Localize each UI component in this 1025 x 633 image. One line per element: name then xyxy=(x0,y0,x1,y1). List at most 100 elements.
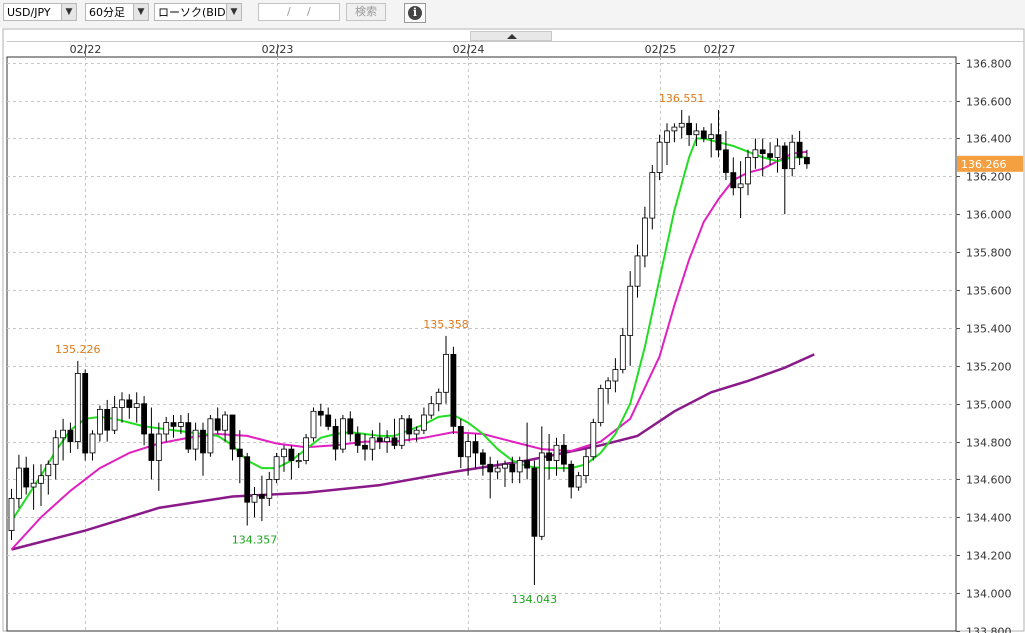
high-annotation: 135.358 xyxy=(423,318,469,331)
candle-body xyxy=(708,134,715,139)
candle-body xyxy=(568,463,575,488)
candle-body xyxy=(207,418,214,454)
candle-body xyxy=(590,422,597,458)
candle-body xyxy=(185,422,192,450)
candle-body xyxy=(737,183,744,189)
candle xyxy=(590,418,597,461)
candle-body xyxy=(413,429,420,435)
candle xyxy=(450,346,457,434)
candle-body xyxy=(288,448,295,461)
candle-body xyxy=(406,418,413,435)
candle-body xyxy=(678,122,685,128)
candle-body xyxy=(781,145,788,170)
price-chart[interactable]: 133.800 134.000 134.200 134.400 134.600 134.8… xyxy=(0,0,1025,633)
candle-body xyxy=(516,460,523,473)
current-price-marker: 136.266 xyxy=(957,155,1023,172)
candle-body xyxy=(23,467,30,488)
candle-body xyxy=(538,452,545,537)
candle-body xyxy=(583,456,589,477)
candle-body xyxy=(141,403,148,435)
candle-body xyxy=(789,141,796,170)
candle-body xyxy=(133,403,140,408)
candle-body xyxy=(420,414,427,431)
candle-body xyxy=(774,145,781,158)
y-tick-label: 136.000 xyxy=(966,209,1012,222)
candle xyxy=(207,415,214,457)
y-tick-label: 134.200 xyxy=(966,550,1012,563)
candle-body xyxy=(509,463,516,473)
candle-body xyxy=(67,429,74,443)
candle-body xyxy=(494,467,501,473)
candle-body xyxy=(656,141,663,173)
candle xyxy=(82,369,89,461)
candle-body xyxy=(435,391,442,405)
candle-body xyxy=(229,414,236,450)
candle-body xyxy=(15,467,22,499)
candle-body xyxy=(391,437,398,446)
candle-body xyxy=(214,418,221,431)
candle-body xyxy=(339,418,346,450)
candle-body xyxy=(450,353,457,427)
candle-body xyxy=(759,149,766,155)
x-tick-label: 02/23 xyxy=(262,43,294,56)
candle xyxy=(597,384,604,427)
y-tick-label: 134.000 xyxy=(966,588,1012,601)
y-tick-label: 136.800 xyxy=(966,58,1012,71)
candle-body xyxy=(553,444,560,461)
candle xyxy=(303,434,310,465)
candle-body xyxy=(111,407,118,431)
candle-body xyxy=(465,441,472,458)
candle-body xyxy=(597,388,604,423)
y-tick-label: 136.600 xyxy=(966,96,1012,109)
candle-body xyxy=(723,149,729,173)
y-tick-label: 135.600 xyxy=(966,285,1012,298)
candle-body xyxy=(258,494,265,499)
candle xyxy=(273,452,280,484)
candle-body xyxy=(686,122,692,136)
candle-body xyxy=(155,433,162,461)
candle-body xyxy=(354,433,361,446)
candle-body xyxy=(472,441,479,454)
y-tick-label: 134.600 xyxy=(966,474,1012,487)
candle-body xyxy=(251,494,258,503)
candle-body xyxy=(347,418,354,435)
candle-body xyxy=(531,467,538,537)
candle-body xyxy=(52,437,59,465)
candle-body xyxy=(487,463,494,473)
candle-body xyxy=(163,422,170,435)
candle-body xyxy=(362,444,368,450)
y-tick-label: 135.400 xyxy=(966,323,1012,336)
candle-body xyxy=(325,414,332,427)
candle-body xyxy=(126,399,133,408)
candle-body xyxy=(457,425,464,458)
candle-body xyxy=(642,217,648,257)
candle-body xyxy=(575,475,582,488)
collapse-toolbar-button[interactable] xyxy=(470,31,552,41)
candle-body xyxy=(273,456,280,480)
candle-body xyxy=(244,456,251,503)
candle-body xyxy=(767,153,773,158)
candle-body xyxy=(303,437,310,461)
candle-body xyxy=(804,156,810,165)
candle-body xyxy=(97,408,103,435)
candle-body xyxy=(317,410,324,416)
candle-body xyxy=(502,463,508,469)
high-annotation: 136.551 xyxy=(659,92,705,105)
candle-body xyxy=(634,255,641,287)
candle-body xyxy=(664,130,670,143)
candle-body xyxy=(170,422,177,427)
candle-body xyxy=(384,437,391,442)
candle-body xyxy=(398,418,405,446)
candle-body xyxy=(8,497,15,531)
candle-body xyxy=(428,403,435,416)
candle-body xyxy=(369,437,376,450)
candle-body xyxy=(30,482,37,488)
x-tick-label: 02/27 xyxy=(704,43,736,56)
candle-body xyxy=(671,126,678,132)
candle-body xyxy=(693,130,700,136)
candle-body xyxy=(89,433,96,454)
current-price-label: 136.266 xyxy=(961,158,1007,171)
candle-body xyxy=(222,414,229,431)
candle-body xyxy=(627,285,634,336)
candle-body xyxy=(192,429,199,450)
